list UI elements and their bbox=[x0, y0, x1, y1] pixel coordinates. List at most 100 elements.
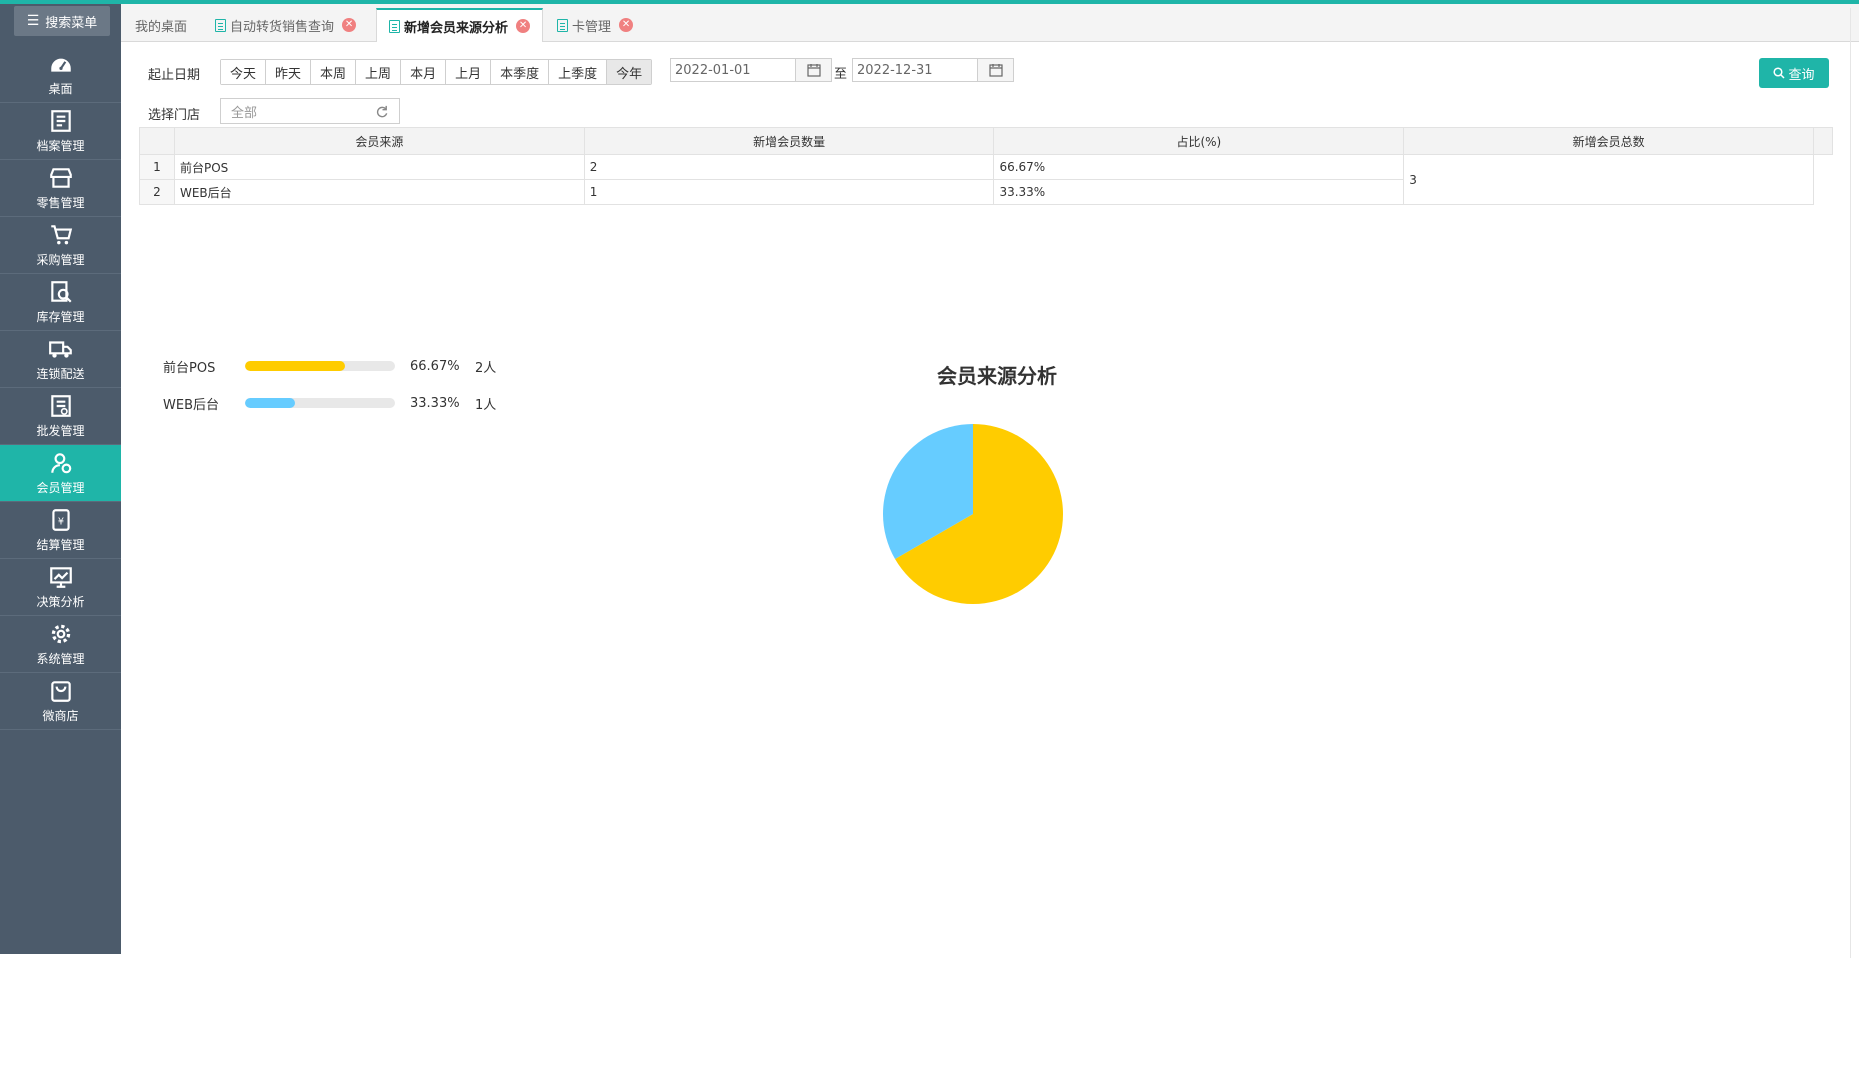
sidebar-item-wholesale[interactable]: 批发管理 bbox=[0, 388, 121, 445]
settlement-icon: ¥ bbox=[51, 509, 70, 531]
row-index: 2 bbox=[139, 179, 175, 205]
sidebar-item-member[interactable]: 会员管理 bbox=[0, 445, 121, 502]
tab-bar: 我的桌面 自动转货销售查询 ✕ 新增会员来源分析 ✕ 卡管理 ✕ bbox=[121, 4, 1859, 42]
sidebar-item-label: 档案管理 bbox=[36, 139, 85, 153]
inventory-icon bbox=[50, 281, 72, 303]
truck-icon bbox=[48, 341, 72, 358]
cell-count: 1 bbox=[583, 179, 995, 205]
cell-source: 前台POS bbox=[173, 154, 585, 180]
legend-bar-pct: 66.67% bbox=[410, 358, 460, 374]
range-this-week-button[interactable]: 本周 bbox=[311, 60, 357, 84]
cell-source: WEB后台 bbox=[173, 179, 585, 205]
column-header-pct[interactable]: 占比(%) bbox=[993, 127, 1405, 155]
calendar-icon[interactable] bbox=[977, 59, 1013, 81]
date-range-label: 起止日期 bbox=[148, 68, 201, 83]
tab-my-desktop[interactable]: 我的桌面 bbox=[123, 8, 199, 42]
search-icon bbox=[1773, 67, 1786, 79]
sidebar-item-label: 零售管理 bbox=[36, 196, 85, 210]
shop-bag-icon bbox=[50, 681, 71, 702]
range-this-year-button[interactable]: 今年 bbox=[607, 60, 652, 84]
sidebar-item-settlement[interactable]: ¥ 结算管理 bbox=[0, 502, 121, 559]
quick-range-group: 今天 昨天 本周 上周 本月 上月 本季度 上季度 今年 bbox=[220, 59, 653, 85]
document-icon bbox=[557, 18, 568, 32]
sidebar-item-purchase[interactable]: 采购管理 bbox=[0, 217, 121, 274]
cell-pct: 66.67% bbox=[993, 154, 1405, 180]
sidebar-item-system[interactable]: 系统管理 bbox=[0, 616, 121, 673]
sidebar-item-inventory[interactable]: 库存管理 bbox=[0, 274, 121, 331]
svg-text:¥: ¥ bbox=[57, 516, 63, 527]
end-date-value: 2022-12-31 bbox=[857, 62, 933, 78]
sidebar-item-label: 采购管理 bbox=[36, 253, 85, 267]
scrollbar-header bbox=[1812, 127, 1834, 155]
range-last-quarter-button[interactable]: 上季度 bbox=[549, 60, 608, 84]
range-last-week-button[interactable]: 上周 bbox=[356, 60, 402, 84]
store-icon bbox=[49, 168, 72, 188]
close-tab-icon[interactable]: ✕ bbox=[342, 18, 357, 32]
column-header-count[interactable]: 新增会员数量 bbox=[583, 127, 995, 155]
wholesale-icon bbox=[50, 395, 71, 417]
sidebar-item-label: 微商店 bbox=[42, 709, 79, 723]
legend-bar-count: 2人 bbox=[475, 360, 497, 376]
close-tab-icon[interactable]: ✕ bbox=[516, 19, 531, 33]
sidebar-item-analysis[interactable]: 决策分析 bbox=[0, 559, 121, 616]
search-menu-button[interactable]: ☰ 搜索菜单 bbox=[14, 6, 110, 36]
store-label: 选择门店 bbox=[148, 108, 201, 123]
column-header-source[interactable]: 会员来源 bbox=[173, 127, 585, 155]
analysis-icon bbox=[49, 567, 72, 588]
legend-bar-row: WEB后台 33.33% 1人 bbox=[163, 393, 496, 413]
legend-bar-count: 1人 bbox=[475, 397, 497, 413]
start-date-value: 2022-01-01 bbox=[675, 62, 751, 78]
sidebar-item-label: 批发管理 bbox=[36, 424, 85, 438]
main-content: 我的桌面 自动转货销售查询 ✕ 新增会员来源分析 ✕ 卡管理 ✕ 起止日期 今天… bbox=[121, 4, 1859, 954]
query-label: 查询 bbox=[1788, 67, 1815, 83]
start-date-field[interactable]: 2022-01-01 bbox=[670, 58, 832, 82]
range-last-month-button[interactable]: 上月 bbox=[446, 60, 492, 84]
query-button[interactable]: 查询 bbox=[1759, 58, 1829, 88]
legend-bar-name: 前台POS bbox=[163, 360, 216, 376]
legend-bar-name: WEB后台 bbox=[163, 397, 219, 413]
pie-chart bbox=[883, 424, 1063, 604]
sidebar-item-desktop[interactable]: 桌面 bbox=[0, 46, 121, 103]
tab-label: 我的桌面 bbox=[135, 19, 188, 35]
gear-icon bbox=[51, 624, 70, 644]
refresh-icon[interactable] bbox=[376, 105, 389, 118]
cell-count: 2 bbox=[583, 154, 995, 180]
legend-bar-row: 前台POS 66.67% 2人 bbox=[163, 356, 496, 376]
range-this-month-button[interactable]: 本月 bbox=[401, 60, 447, 84]
row-index: 1 bbox=[139, 154, 175, 180]
range-this-quarter-button[interactable]: 本季度 bbox=[491, 60, 550, 84]
calendar-icon[interactable] bbox=[795, 59, 831, 81]
member-icon bbox=[50, 453, 71, 474]
store-select[interactable]: 全部 bbox=[220, 98, 400, 124]
column-header-total[interactable]: 新增会员总数 bbox=[1403, 127, 1814, 155]
archive-icon bbox=[50, 110, 71, 132]
end-date-field[interactable]: 2022-12-31 bbox=[852, 58, 1014, 82]
document-icon bbox=[215, 18, 226, 32]
sidebar: ☰ 搜索菜单 桌面 档案管理 零售管理 采购管理 库存管理 连锁配送 批发管理 … bbox=[0, 4, 121, 954]
progress-track bbox=[245, 361, 395, 371]
sidebar-item-label: 决策分析 bbox=[36, 595, 85, 609]
tab-card-management[interactable]: 卡管理 ✕ bbox=[545, 8, 645, 42]
tab-auto-transfer-sales[interactable]: 自动转货销售查询 ✕ bbox=[203, 8, 368, 42]
sidebar-item-distribution[interactable]: 连锁配送 bbox=[0, 331, 121, 388]
sidebar-item-label: 结算管理 bbox=[36, 538, 85, 552]
sidebar-item-label: 系统管理 bbox=[36, 652, 85, 666]
progress-fill bbox=[245, 361, 345, 371]
sidebar-item-micro-shop[interactable]: 微商店 bbox=[0, 673, 121, 730]
table-header-row: 会员来源 新增会员数量 占比(%) 新增会员总数 bbox=[139, 127, 1834, 155]
tab-label: 新增会员来源分析 bbox=[404, 20, 509, 36]
range-today-button[interactable]: 今天 bbox=[221, 60, 267, 84]
table-row[interactable]: 1 前台POS 2 66.67% 3 bbox=[139, 154, 1833, 205]
store-select-value: 全部 bbox=[231, 105, 258, 121]
sidebar-item-archive[interactable]: 档案管理 bbox=[0, 103, 121, 160]
tab-label: 卡管理 bbox=[572, 19, 612, 35]
table-spacer bbox=[1813, 155, 1832, 205]
range-yesterday-button[interactable]: 昨天 bbox=[266, 60, 312, 84]
member-source-table: 会员来源 新增会员数量 占比(%) 新增会员总数 1 前台POS 2 66.67… bbox=[139, 127, 1834, 205]
tab-member-source-analysis[interactable]: 新增会员来源分析 ✕ bbox=[376, 8, 544, 42]
legend-bar-pct: 33.33% bbox=[410, 395, 460, 411]
sidebar-item-retail[interactable]: 零售管理 bbox=[0, 160, 121, 217]
sidebar-nav: 桌面 档案管理 零售管理 采购管理 库存管理 连锁配送 批发管理 会员管理 ¥ … bbox=[0, 46, 121, 730]
close-tab-icon[interactable]: ✕ bbox=[619, 18, 634, 32]
tab-label: 自动转货销售查询 bbox=[230, 19, 335, 35]
